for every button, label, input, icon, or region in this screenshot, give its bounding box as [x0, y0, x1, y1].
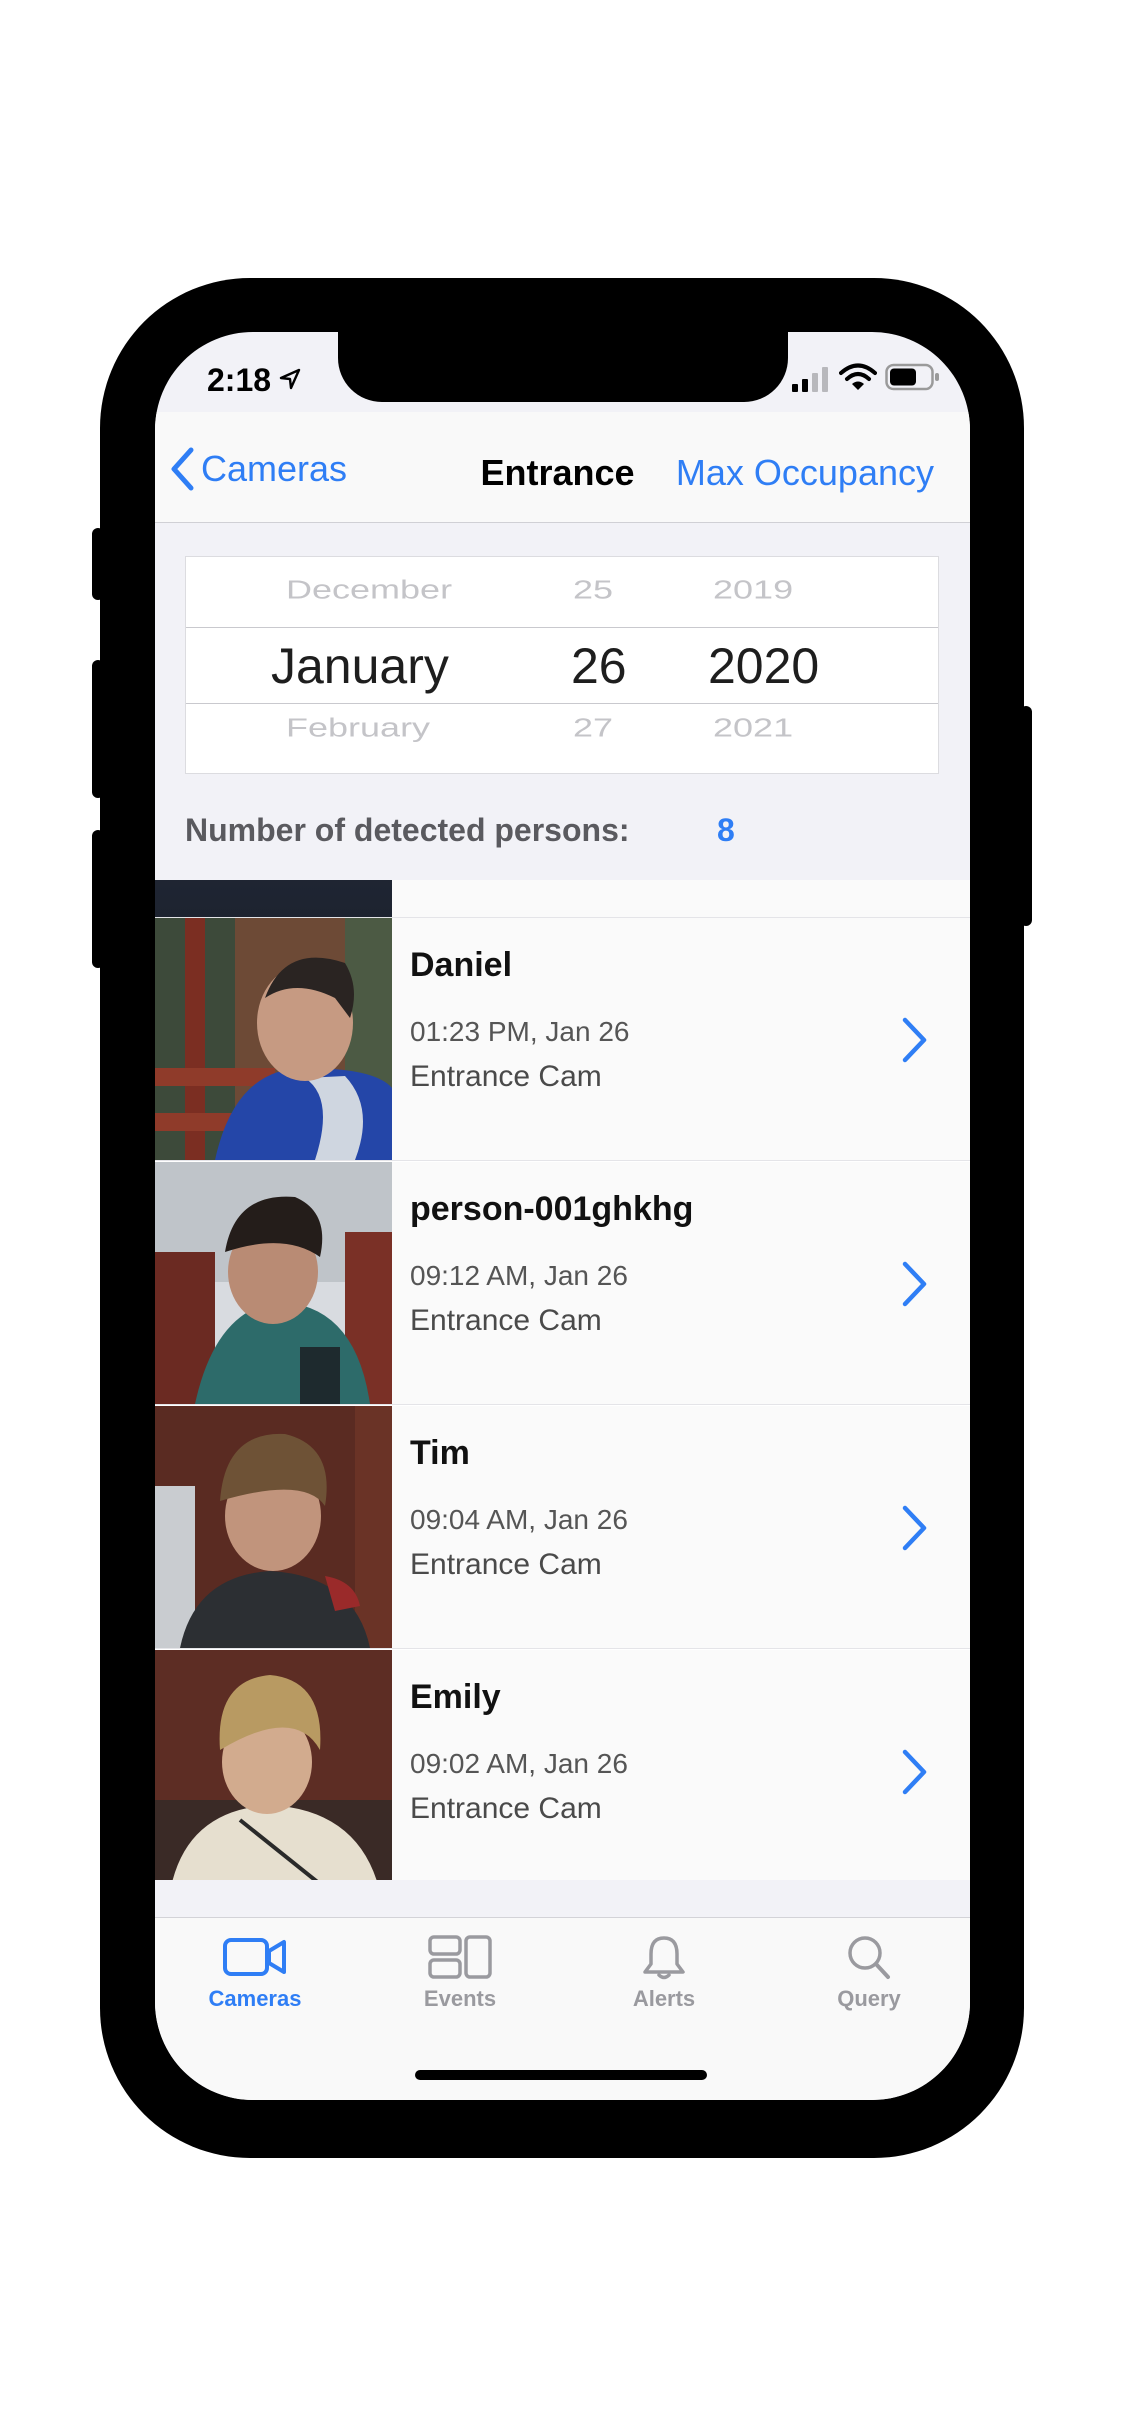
camera-name: Entrance Cam	[410, 1792, 602, 1825]
picker-month-prev[interactable]: December	[286, 575, 452, 605]
detected-persons-label: Number of detected persons:	[185, 812, 630, 848]
bell-icon	[643, 1936, 685, 1980]
tab-query[interactable]: Query	[789, 1934, 949, 2044]
detection-time: 09:12 AM, Jan 26	[410, 1260, 628, 1291]
picker-day-prev[interactable]: 25	[573, 575, 613, 605]
person-thumbnail	[155, 1406, 392, 1648]
tab-query-label: Query	[837, 1986, 901, 2011]
tab-events-label: Events	[423, 1986, 497, 2011]
chevron-right-icon	[902, 1017, 927, 1063]
person-thumbnail	[155, 880, 392, 917]
person-thumbnail	[155, 918, 392, 1160]
mute-switch	[92, 528, 104, 600]
camera-name: Entrance Cam	[410, 1548, 602, 1581]
detected-persons-count: 8	[717, 812, 735, 848]
navigation-bar: Cameras Entrance Max Occupancy	[155, 412, 970, 523]
cellular-signal-icon	[792, 367, 828, 392]
picker-day[interactable]: 26	[571, 637, 627, 695]
person-name: person-001ghkhg	[410, 1190, 694, 1228]
list-item[interactable]: person-001ghkhg 09:12 AM, Jan 26 Entranc…	[155, 1162, 970, 1405]
max-occupancy-button[interactable]: Max Occupancy	[676, 452, 934, 494]
picker-month[interactable]: January	[271, 637, 449, 695]
chevron-right-icon	[902, 1749, 927, 1795]
status-time: 2:18	[207, 362, 272, 398]
picker-day-next[interactable]: 27	[573, 713, 613, 743]
camera-name: Entrance Cam	[410, 1060, 602, 1093]
tab-cameras[interactable]: Cameras	[175, 1934, 335, 2044]
list-item-partial-top[interactable]	[155, 880, 970, 918]
list-item[interactable]: Tim 09:04 AM, Jan 26 Entrance Cam	[155, 1406, 970, 1649]
person-name: Emily	[410, 1678, 501, 1716]
person-thumbnail	[155, 1162, 392, 1404]
detection-time: 09:02 AM, Jan 26	[410, 1748, 628, 1779]
picker-month-next[interactable]: February	[286, 713, 430, 743]
events-grid-icon	[428, 1935, 492, 1979]
volume-down-button	[92, 830, 104, 968]
location-arrow-icon	[279, 368, 301, 390]
person-list[interactable]: Daniel 01:23 PM, Jan 26 Entrance Cam per…	[155, 880, 970, 1880]
magnifier-icon	[848, 1936, 890, 1979]
person-name: Daniel	[410, 946, 513, 984]
list-item[interactable]: Daniel 01:23 PM, Jan 26 Entrance Cam	[155, 918, 970, 1161]
tab-alerts-label: Alerts	[632, 1986, 696, 2011]
picker-year-next[interactable]: 2021	[713, 713, 793, 743]
chevron-left-icon	[171, 447, 194, 491]
detection-time: 01:23 PM, Jan 26	[410, 1016, 630, 1047]
tab-events[interactable]: Events	[380, 1934, 540, 2044]
tab-cameras-label: Cameras	[208, 1986, 302, 2011]
battery-icon	[885, 363, 939, 391]
picker-year[interactable]: 2020	[708, 637, 819, 695]
wifi-icon	[839, 363, 877, 390]
person-thumbnail	[155, 1650, 392, 1880]
picker-year-prev[interactable]: 2019	[713, 575, 793, 605]
back-button-label: Cameras	[201, 448, 348, 489]
detection-time: 09:04 AM, Jan 26	[410, 1504, 628, 1535]
volume-up-button	[92, 660, 104, 798]
detected-persons-summary: Number of detected persons: 8	[185, 806, 945, 856]
person-name: Tim	[410, 1434, 470, 1472]
chevron-right-icon	[902, 1505, 927, 1551]
tab-alerts[interactable]: Alerts	[584, 1934, 744, 2044]
notch	[338, 332, 788, 402]
date-picker[interactable]: December January February 25 26 27 2019 …	[185, 556, 939, 774]
list-item[interactable]: Emily 09:02 AM, Jan 26 Entrance Cam	[155, 1650, 970, 1880]
chevron-right-icon	[902, 1261, 927, 1307]
screen: 2:18 Cameras Entrance Max Occupancy Dece…	[155, 332, 970, 2100]
back-button[interactable]: Cameras	[169, 444, 347, 494]
page-title: Entrance	[480, 452, 635, 493]
power-button	[1020, 706, 1032, 926]
camera-name: Entrance Cam	[410, 1304, 602, 1337]
home-indicator[interactable]	[415, 2070, 707, 2080]
video-camera-icon	[223, 1938, 286, 1976]
